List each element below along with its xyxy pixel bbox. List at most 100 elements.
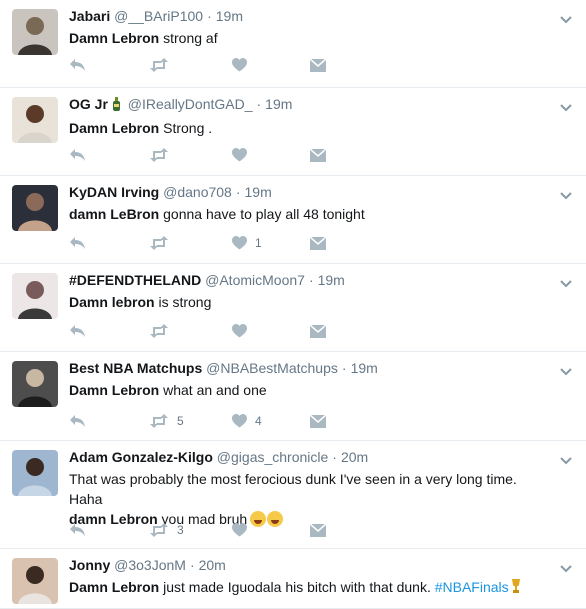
handle[interactable]: @3o3JonM — [114, 557, 186, 573]
direct-message-icon[interactable] — [310, 322, 326, 340]
display-name[interactable]: KyDAN Irving — [69, 184, 159, 200]
tweet-text: Damn lebron is strong — [69, 292, 546, 312]
laughing-emoji-icon — [267, 511, 284, 527]
timestamp[interactable]: 19m — [216, 8, 243, 24]
tweet-content: #DEFENDTHELAND @AtomicMoon7 · 19m Damn lebr… — [69, 271, 546, 312]
retweet-icon[interactable] — [149, 56, 169, 74]
avatar[interactable] — [12, 558, 58, 604]
separator: · — [207, 8, 212, 24]
tweet-text-line: That was probably the most ferocious dun… — [69, 471, 517, 507]
reply-icon[interactable] — [69, 521, 86, 539]
tweet[interactable]: Jonny @3o3JonM · 20m Damn Lebron just made … — [0, 549, 586, 609]
tweet[interactable]: KyDAN Irving @dano708 · 19m damn LeBron gon… — [0, 176, 586, 264]
avatar[interactable] — [12, 361, 58, 407]
avatar[interactable] — [12, 450, 58, 496]
tweet-text-bold: Damn lebron — [69, 294, 155, 310]
display-name[interactable]: Best NBA Matchups — [69, 360, 202, 376]
display-name[interactable]: OG Jr — [69, 96, 108, 112]
avatar[interactable] — [12, 97, 58, 143]
handle[interactable]: @NBABestMatchups — [206, 360, 338, 376]
tweet-content: Jonny @3o3JonM · 20m Damn Lebron just made … — [69, 556, 546, 599]
retweet-icon[interactable] — [149, 322, 169, 340]
tweet-text-rest: gonna have to play all 48 tonight — [159, 206, 365, 222]
retweet-icon[interactable] — [149, 234, 169, 252]
tweet-header: Jabari @__BAriP100 · 19m — [69, 7, 546, 25]
like-icon[interactable]: 4 — [232, 412, 262, 430]
chevron-down-icon[interactable] — [560, 187, 572, 200]
tweet-content: Best NBA Matchups @NBABestMatchups · 19m Da… — [69, 359, 546, 400]
chevron-down-icon[interactable] — [560, 11, 572, 24]
like-icon[interactable] — [232, 56, 247, 74]
retweet-icon[interactable]: 5 — [149, 412, 184, 430]
chevron-down-icon[interactable] — [560, 99, 572, 112]
direct-message-icon[interactable] — [310, 146, 326, 164]
like-icon[interactable] — [232, 521, 247, 539]
chevron-down-icon[interactable] — [560, 363, 572, 376]
tweet-text-rest: what an and one — [159, 382, 267, 398]
chevron-down-icon[interactable] — [560, 560, 572, 573]
separator: · — [308, 272, 314, 288]
direct-message-icon[interactable] — [310, 234, 326, 252]
tweet-header: Jonny @3o3JonM · 20m — [69, 556, 546, 574]
reply-icon[interactable] — [69, 146, 86, 164]
hashtag-link[interactable]: #NBAFinals — [435, 579, 509, 595]
timestamp[interactable]: 19m — [351, 360, 378, 376]
like-icon[interactable]: 1 — [232, 234, 262, 252]
chevron-down-icon[interactable] — [560, 452, 572, 465]
retweet-count: 5 — [177, 414, 184, 428]
avatar[interactable] — [12, 273, 58, 319]
tweet-content: KyDAN Irving @dano708 · 19m damn LeBron gon… — [69, 183, 546, 224]
reply-icon[interactable] — [69, 56, 86, 74]
avatar[interactable] — [12, 185, 58, 231]
tweet-content: Jabari @__BAriP100 · 19m Damn Lebron strong… — [69, 7, 546, 48]
timestamp[interactable]: 20m — [341, 449, 368, 465]
tweet[interactable]: #DEFENDTHELAND @AtomicMoon7 · 19m Damn lebr… — [0, 264, 586, 352]
tweet[interactable]: Best NBA Matchups @NBABestMatchups · 19m Da… — [0, 352, 586, 441]
handle[interactable]: @AtomicMoon7 — [205, 272, 305, 288]
tweet[interactable]: OG Jr @IReallyDontGAD_ · 19m Damn Lebron St… — [0, 88, 586, 176]
separator: · — [341, 360, 347, 376]
tweet-text-rest: just made Iguodala his bitch with that d… — [159, 579, 435, 595]
handle[interactable]: @IReallyDontGAD_ — [128, 96, 253, 112]
timestamp[interactable]: 19m — [245, 184, 272, 200]
tweet-text: damn LeBron gonna have to play all 48 to… — [69, 204, 546, 224]
tweet-text-rest: is strong — [154, 294, 212, 310]
display-name[interactable]: Adam Gonzalez-Kilgo — [69, 449, 213, 465]
retweet-icon[interactable]: 3 — [149, 521, 184, 539]
display-name[interactable]: Jabari — [69, 8, 110, 24]
handle[interactable]: @dano708 — [163, 184, 232, 200]
trophy-icon — [511, 578, 521, 599]
separator: · — [189, 557, 195, 573]
tweet-text-bold: Damn Lebron — [69, 382, 160, 398]
direct-message-icon[interactable] — [310, 412, 326, 430]
timestamp[interactable]: 20m — [199, 557, 226, 573]
retweet-icon[interactable] — [149, 146, 169, 164]
tweet-text: That was probably the most ferocious dun… — [69, 469, 546, 529]
tweet-header: Best NBA Matchups @NBABestMatchups · 19m — [69, 359, 546, 377]
tweet[interactable]: Jabari @__BAriP100 · 19m Damn Lebron strong… — [0, 0, 586, 88]
like-icon[interactable] — [232, 146, 247, 164]
tweet-header: OG Jr @IReallyDontGAD_ · 19m — [69, 95, 546, 115]
tweet-text: Damn Lebron just made Iguodala his bitch… — [69, 577, 546, 599]
display-name[interactable]: Jonny — [69, 557, 110, 573]
handle[interactable]: @gigas_chronicle — [217, 449, 329, 465]
reply-icon[interactable] — [69, 322, 86, 340]
avatar[interactable] — [12, 9, 58, 55]
timestamp[interactable]: 19m — [265, 96, 292, 112]
like-count: 4 — [255, 414, 262, 428]
chevron-down-icon[interactable] — [560, 275, 572, 288]
tweet-text-rest: Strong . — [159, 120, 213, 136]
tweet-header: Adam Gonzalez-Kilgo @gigas_chronicle · 20m — [69, 448, 546, 466]
tweet-text-bold: damn LeBron — [69, 206, 160, 222]
tweet-text: Damn Lebron strong af — [69, 28, 546, 48]
display-name[interactable]: #DEFENDTHELAND — [69, 272, 201, 288]
timestamp[interactable]: 19m — [318, 272, 345, 288]
reply-icon[interactable] — [69, 234, 86, 252]
separator: · — [332, 449, 337, 465]
direct-message-icon[interactable] — [310, 521, 326, 539]
reply-icon[interactable] — [69, 412, 86, 430]
direct-message-icon[interactable] — [310, 56, 326, 74]
handle[interactable]: @__BAriP100 — [114, 8, 203, 24]
like-icon[interactable] — [232, 322, 247, 340]
tweet[interactable]: Adam Gonzalez-Kilgo @gigas_chronicle · 20m… — [0, 441, 586, 549]
